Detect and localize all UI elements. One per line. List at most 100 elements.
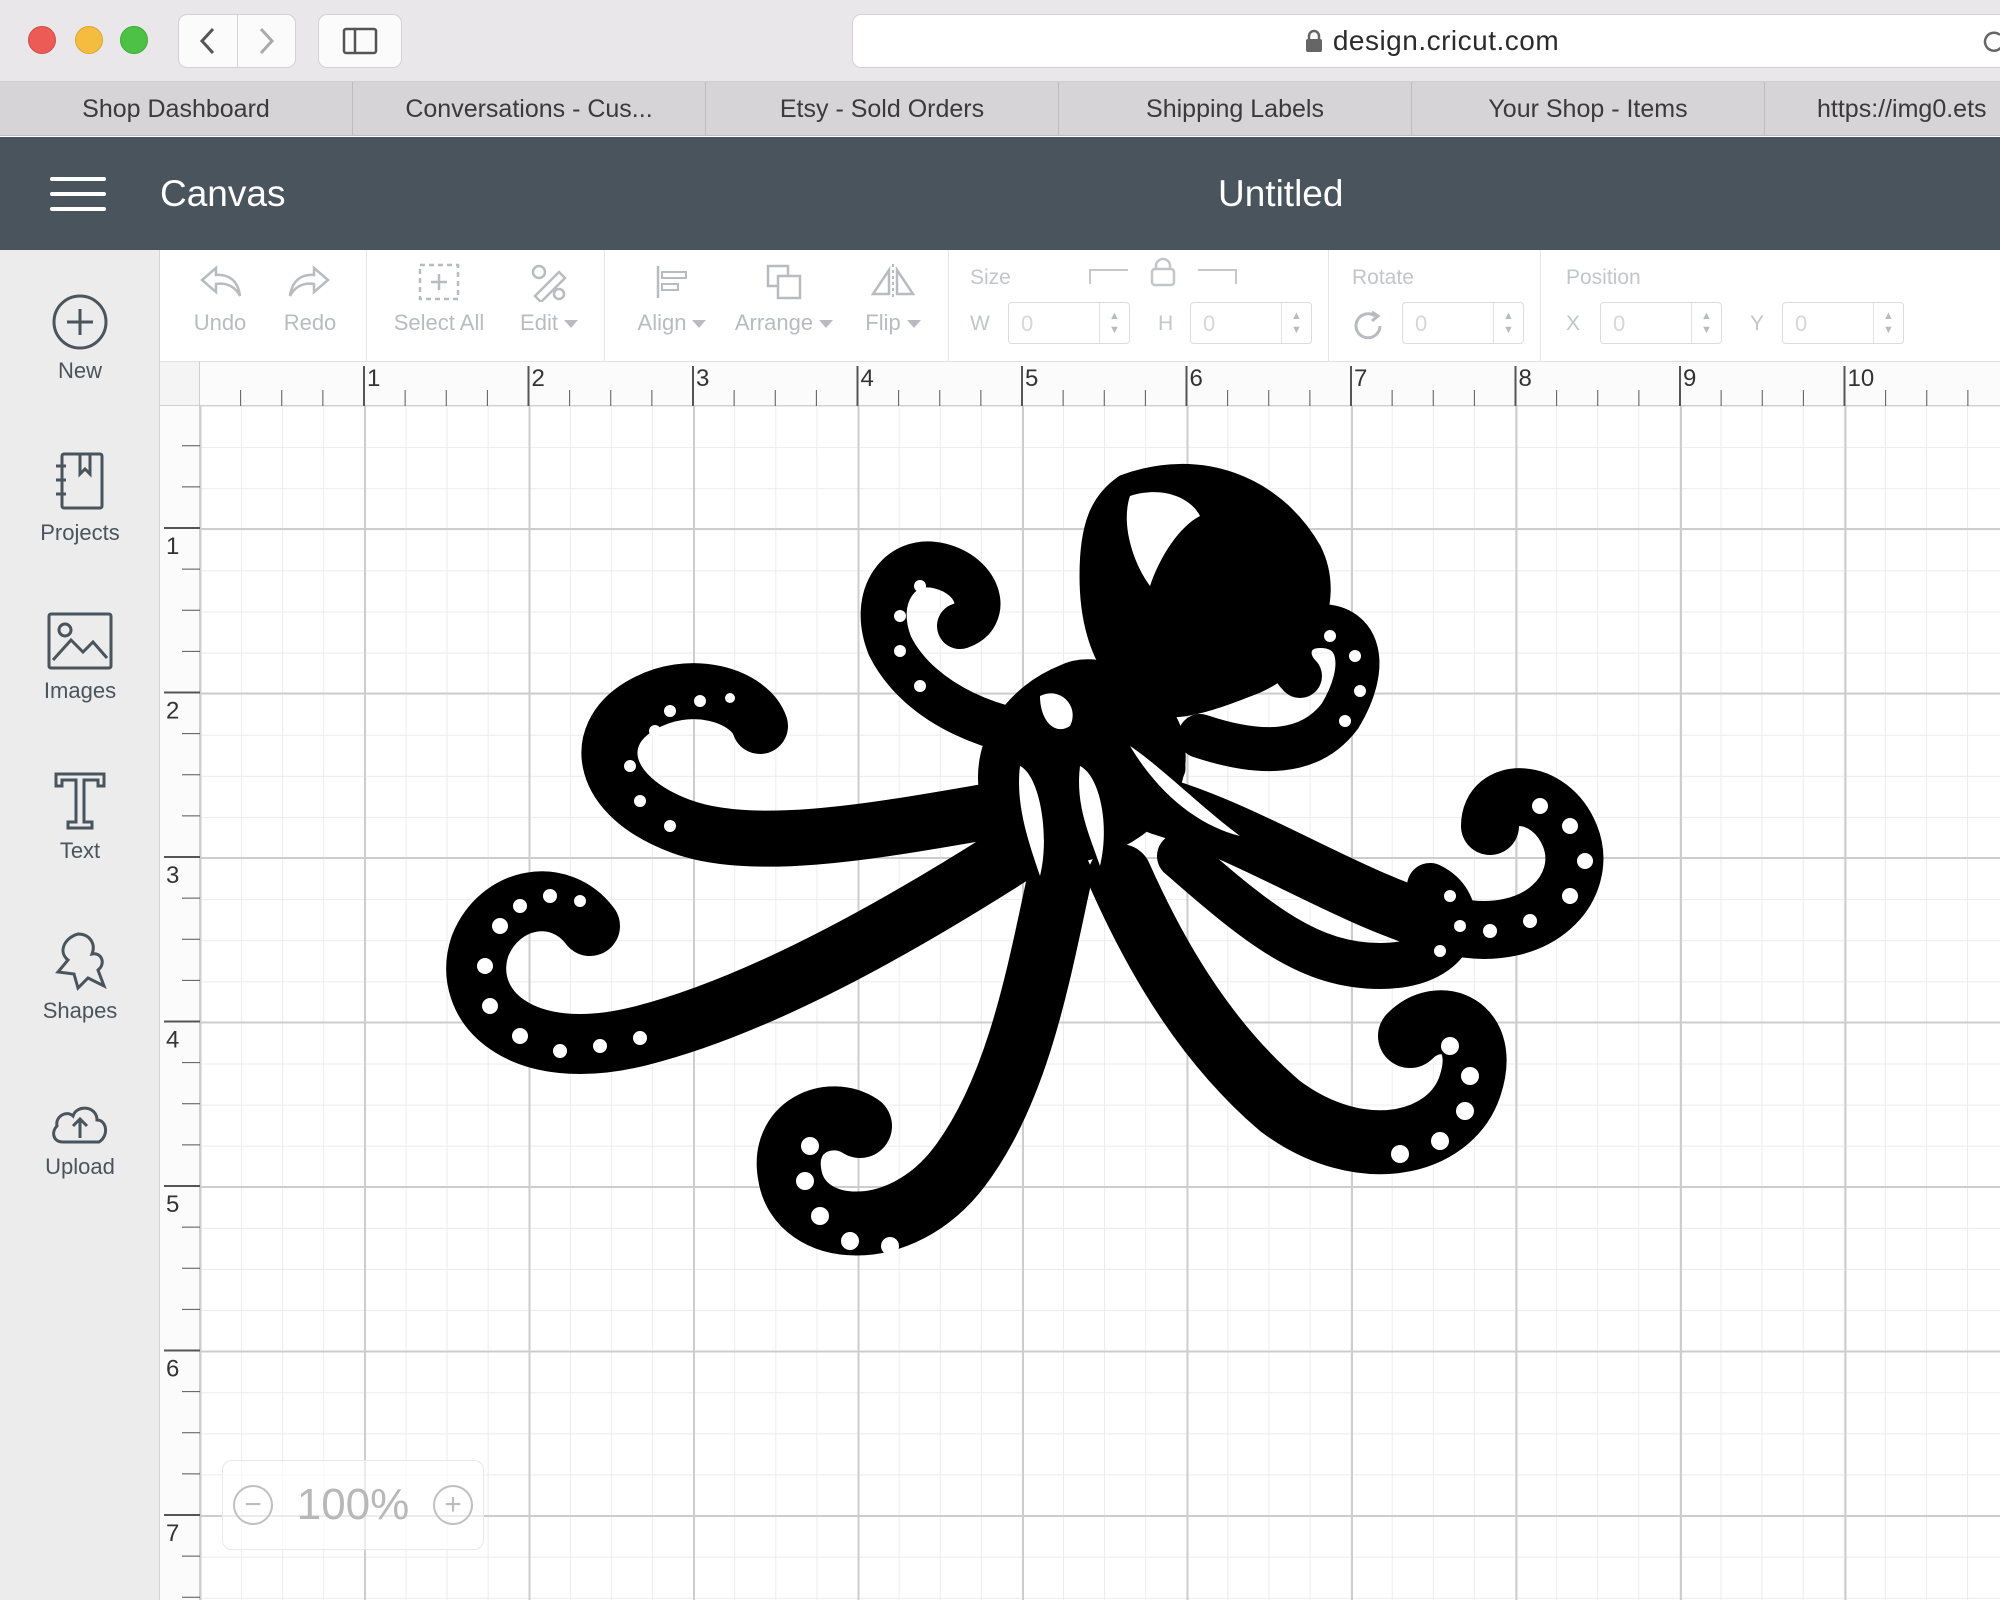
scissors-pencil-icon bbox=[531, 264, 567, 302]
hamburger-menu-icon[interactable] bbox=[50, 177, 106, 213]
edit-label: Edit bbox=[520, 310, 558, 335]
zoom-level: 100% bbox=[296, 1480, 410, 1529]
edit-label-wrap: Edit bbox=[520, 310, 578, 336]
back-button[interactable] bbox=[179, 15, 237, 67]
align-icon bbox=[656, 266, 687, 298]
design-canvas[interactable]: 1 2 3 4 5 6 7 8 9 10 1 2 3 4 5 6 7 bbox=[160, 362, 2000, 1600]
bookmark-item[interactable]: Shop Dashboard bbox=[0, 82, 353, 136]
forward-button[interactable] bbox=[236, 15, 296, 67]
cutting-mat-grid[interactable] bbox=[200, 406, 2000, 1600]
redo-button[interactable]: Redo bbox=[276, 262, 344, 336]
bookmark-item[interactable]: Shipping Labels bbox=[1059, 82, 1412, 136]
ruler-number: 6 bbox=[166, 1356, 179, 1383]
y-position-value: 0 bbox=[1795, 311, 1808, 336]
shapes-icon bbox=[55, 932, 107, 991]
ruler-number: 9 bbox=[1683, 365, 1696, 392]
window-zoom-button[interactable] bbox=[120, 26, 148, 54]
toolbar-divider bbox=[1540, 250, 1541, 362]
edit-dropdown[interactable]: Edit bbox=[506, 262, 592, 336]
rotate-icon bbox=[1354, 310, 1382, 340]
ruler-number: 5 bbox=[1025, 365, 1038, 392]
cloud-upload-icon bbox=[52, 1106, 107, 1144]
text-button[interactable]: Text bbox=[0, 768, 160, 864]
text-label: Text bbox=[59, 838, 101, 863]
images-button[interactable]: Images bbox=[0, 610, 160, 704]
window-close-button[interactable] bbox=[28, 26, 56, 54]
align-label-wrap: Align bbox=[638, 310, 707, 336]
rotate-value: 0 bbox=[1415, 311, 1428, 336]
bookmark-item[interactable]: Etsy - Sold Orders bbox=[706, 82, 1059, 136]
projects-button[interactable]: Projects bbox=[0, 450, 160, 546]
new-button[interactable]: New bbox=[0, 292, 160, 384]
stepper-arrows-icon[interactable]: ▲ ▼ bbox=[1281, 303, 1311, 343]
ruler-number: 4 bbox=[861, 365, 874, 392]
stepper-arrows-icon[interactable]: ▲ ▼ bbox=[1873, 303, 1903, 343]
height-value: 0 bbox=[1203, 311, 1216, 336]
nav-buttons bbox=[178, 14, 296, 68]
stepper-arrows-icon[interactable]: ▲ ▼ bbox=[1691, 303, 1721, 343]
shapes-label: Shapes bbox=[42, 998, 118, 1023]
sidebar-toggle-button[interactable] bbox=[318, 14, 402, 68]
flip-label-wrap: Flip bbox=[865, 310, 921, 336]
lock-icon bbox=[1305, 29, 1323, 53]
shapes-button[interactable]: Shapes bbox=[0, 930, 160, 1024]
undo-label: Undo bbox=[193, 310, 247, 335]
select-all-button[interactable]: Select All bbox=[384, 262, 494, 336]
caret-down-icon bbox=[692, 320, 707, 329]
toolbar-divider bbox=[1328, 250, 1329, 362]
toolbar-divider bbox=[366, 250, 367, 362]
x-position-input[interactable]: 0 ▲ ▼ bbox=[1600, 302, 1722, 344]
bookmark-item[interactable]: Conversations - Cus... bbox=[353, 82, 706, 136]
y-position-input[interactable]: 0 ▲ ▼ bbox=[1782, 302, 1904, 344]
lock-ratio-icon[interactable] bbox=[1088, 256, 1238, 290]
width-value: 0 bbox=[1021, 311, 1034, 336]
ruler-number: 4 bbox=[166, 1027, 179, 1054]
address-bar[interactable]: design.cricut.com bbox=[852, 14, 2000, 68]
stepper-arrows-icon[interactable]: ▲ ▼ bbox=[1099, 303, 1129, 343]
arrange-dropdown[interactable]: Arrange bbox=[726, 262, 842, 336]
document-title[interactable]: Untitled bbox=[1218, 173, 1343, 215]
ruler-number: 6 bbox=[1190, 365, 1203, 392]
select-all-label: Select All bbox=[393, 310, 485, 335]
zoom-in-button[interactable]: + bbox=[432, 1485, 473, 1525]
notebook-icon bbox=[56, 452, 104, 510]
ruler-number: 10 bbox=[1848, 365, 1875, 392]
images-label: Images bbox=[43, 678, 117, 703]
bookmarks-bar: Shop Dashboard Conversations - Cus... Et… bbox=[0, 82, 2000, 136]
bookmark-item[interactable]: Your Shop - Items bbox=[1412, 82, 1765, 136]
zoom-out-button[interactable]: − bbox=[233, 1485, 273, 1525]
ruler-corner bbox=[160, 362, 200, 406]
chevron-left-icon bbox=[199, 27, 214, 55]
projects-label: Projects bbox=[40, 520, 120, 545]
browser-titlebar: design.cricut.com bbox=[0, 0, 2000, 82]
window-minimize-button[interactable] bbox=[75, 26, 103, 54]
new-label: New bbox=[57, 358, 102, 383]
align-dropdown[interactable]: Align bbox=[622, 262, 722, 336]
align-label: Align bbox=[637, 310, 687, 335]
left-panel: New Projects Images Text Shapes Upload bbox=[0, 250, 160, 1600]
x-letter: X bbox=[1566, 312, 1581, 335]
ruler-number: 1 bbox=[367, 365, 380, 392]
size-label: Size bbox=[970, 266, 1011, 289]
position-label: Position bbox=[1566, 266, 1641, 289]
rotate-label: Rotate bbox=[1352, 266, 1414, 289]
reload-icon[interactable] bbox=[1981, 29, 2000, 62]
caret-down-icon bbox=[563, 320, 578, 329]
upload-label: Upload bbox=[45, 1154, 115, 1179]
caret-down-icon bbox=[906, 320, 921, 329]
stepper-arrows-icon[interactable]: ▲ ▼ bbox=[1493, 303, 1523, 343]
height-letter: H bbox=[1158, 312, 1174, 335]
bookmark-item[interactable]: https://img0.ets bbox=[1765, 82, 2000, 136]
width-input[interactable]: 0 ▲ ▼ bbox=[1008, 302, 1130, 344]
octopus-image[interactable] bbox=[200, 406, 2000, 1600]
ruler-number: 5 bbox=[166, 1191, 179, 1218]
redo-icon bbox=[288, 265, 330, 297]
ruler-number: 8 bbox=[1519, 365, 1532, 392]
height-input[interactable]: 0 ▲ ▼ bbox=[1190, 302, 1312, 344]
ruler-ticks: 1 2 3 4 5 6 7 8 9 10 bbox=[240, 365, 1969, 406]
flip-dropdown[interactable]: Flip bbox=[848, 262, 938, 336]
rotate-input[interactable]: 0 ▲ ▼ bbox=[1402, 302, 1524, 344]
redo-label: Redo bbox=[283, 310, 337, 335]
upload-button[interactable]: Upload bbox=[0, 1098, 160, 1180]
undo-button[interactable]: Undo bbox=[186, 262, 254, 336]
